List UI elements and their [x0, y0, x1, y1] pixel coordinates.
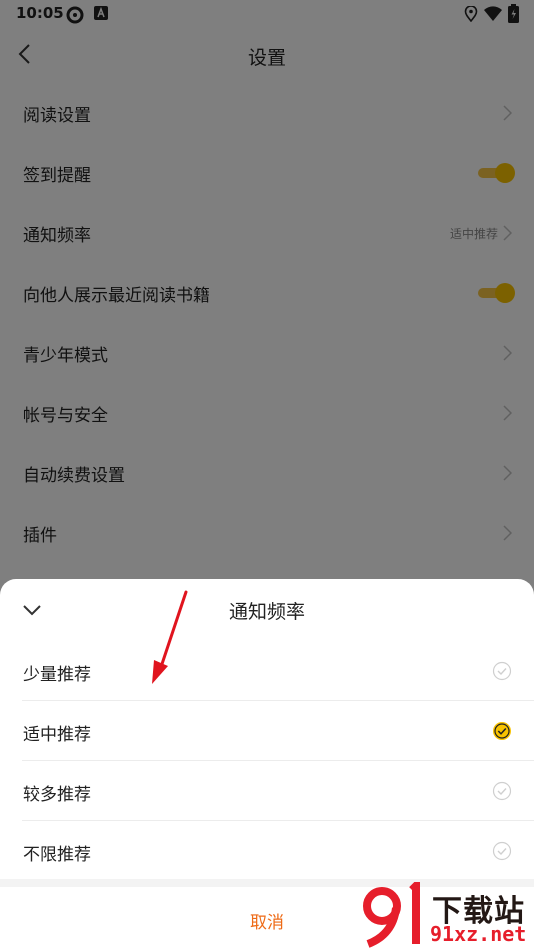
check-circle-icon	[492, 781, 512, 801]
option-label: 少量推荐	[23, 665, 91, 685]
annotation-arrow-icon	[152, 590, 188, 684]
option-few[interactable]: 少量推荐	[0, 641, 534, 700]
watermark-url: 91xz.net	[430, 922, 527, 946]
option-list: 少量推荐 适中推荐 较多推荐 不限推荐	[0, 641, 534, 880]
watermark-logo: 下载站 91xz.net	[360, 882, 534, 948]
option-label: 适中推荐	[23, 725, 91, 745]
option-moderate[interactable]: 适中推荐	[22, 700, 534, 760]
watermark-91-icon	[363, 882, 420, 948]
sheet-header: 通知频率	[0, 579, 534, 641]
check-circle-selected-icon	[493, 722, 511, 740]
sheet-title: 通知频率	[228, 601, 305, 623]
option-label: 较多推荐	[23, 785, 91, 805]
option-more[interactable]: 较多推荐	[22, 760, 534, 820]
option-unlimited[interactable]: 不限推荐	[22, 820, 534, 880]
check-circle-icon	[492, 841, 512, 861]
option-label: 不限推荐	[23, 845, 91, 865]
check-circle-icon	[492, 661, 512, 681]
settings-screen: 10:05 设置 阅读设置 签到提醒	[0, 0, 534, 950]
